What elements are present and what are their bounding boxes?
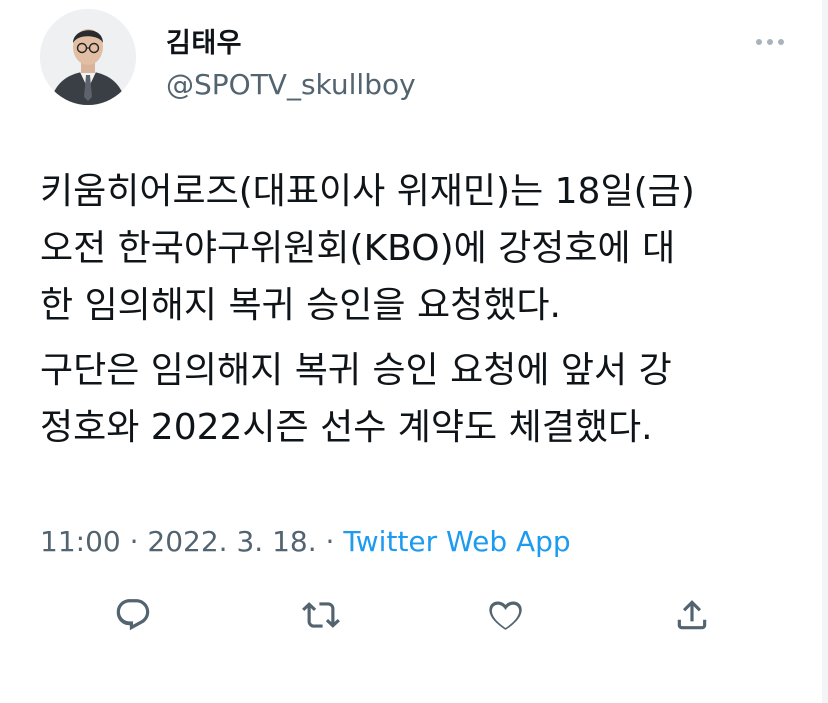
reply-icon[interactable] [108,590,158,640]
display-name[interactable]: 김태우 [166,28,242,60]
tweet-source-link[interactable]: Twitter Web App [343,525,570,558]
tweet-text: 키움히어로즈(대표이사 위재민)는 18일(금) 오전 한국야구위원회(KBO)… [40,163,800,456]
heart-icon[interactable] [481,590,531,640]
avatar[interactable] [40,9,136,105]
meta-separator: · [316,525,344,558]
tweet-time[interactable]: 11:00 [40,525,121,558]
action-bar [0,590,828,640]
share-icon[interactable] [667,590,717,640]
scroll-edge [822,0,828,703]
tweet: 김태우 @SPOTV_skullboy 키움히어로즈(대표이사 위재민)는 18… [0,0,828,703]
tweet-paragraph: 구단은 임의해지 복귀 승인 요청에 앞서 강 정호와 2022시즌 선수 계약… [40,350,672,448]
meta-separator: · [120,525,148,558]
tweet-metadata: 11:00 · 2022. 3. 18. · Twitter Web App [40,522,571,562]
retweet-icon[interactable] [296,590,346,640]
tweet-date[interactable]: 2022. 3. 18. [147,525,316,558]
user-handle[interactable]: @SPOTV_skullboy [166,68,416,102]
tweet-paragraph: 키움히어로즈(대표이사 위재민)는 18일(금) 오전 한국야구위원회(KBO)… [40,171,695,326]
more-horizontal-icon[interactable] [750,28,790,56]
